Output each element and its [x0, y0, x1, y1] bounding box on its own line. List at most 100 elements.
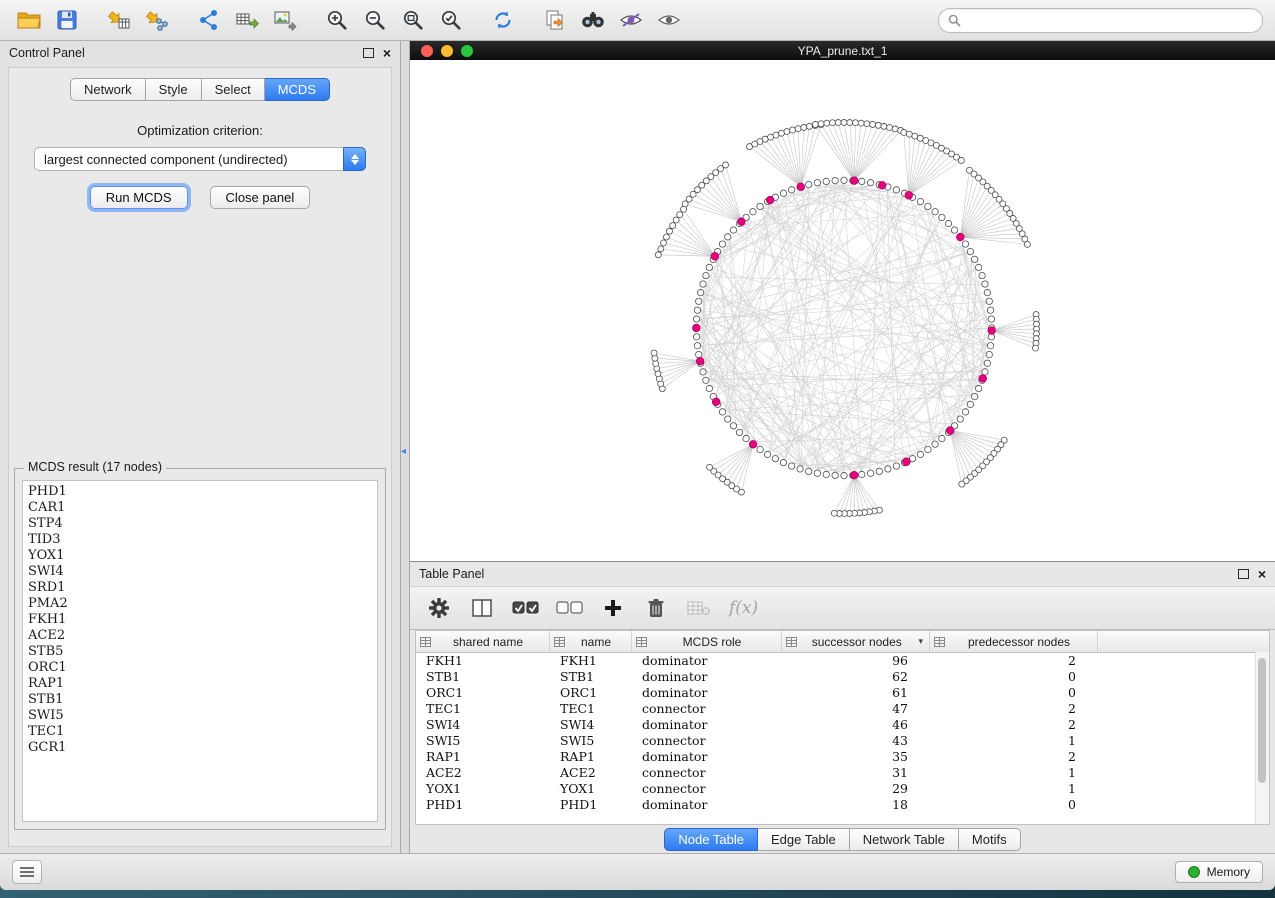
mcds-result-item[interactable]: PHD1 — [28, 484, 372, 500]
cell-mcds-role: dominator — [632, 797, 782, 813]
mcds-result-item[interactable]: STP4 — [28, 516, 372, 532]
duplicate-network-button[interactable] — [538, 5, 572, 35]
window-zoom-icon[interactable] — [461, 45, 473, 57]
column-header-shared-name[interactable]: shared name — [416, 631, 550, 652]
deselect-all-button[interactable] — [556, 594, 583, 622]
function-builder-button[interactable]: f(x) — [729, 594, 758, 622]
close-panel-icon[interactable]: × — [383, 46, 391, 60]
mcds-result-item[interactable]: FKH1 — [28, 612, 372, 628]
scrollbar-thumb[interactable] — [1258, 658, 1266, 783]
table-row[interactable]: ORC1ORC1dominator610 — [416, 685, 1269, 701]
window-minimize-icon[interactable] — [441, 45, 453, 57]
mcds-result-list[interactable]: PHD1CAR1STP4TID3YOX1SWI4SRD1PMA2FKH1ACE2… — [22, 480, 378, 822]
delete-column-button[interactable] — [643, 594, 669, 622]
table-row[interactable]: STB1STB1dominator620 — [416, 669, 1269, 685]
table-row[interactable]: SWI5SWI5connector431 — [416, 733, 1269, 749]
plus-icon — [604, 599, 622, 617]
find-button[interactable] — [576, 5, 610, 35]
table-scrollbar[interactable] — [1255, 652, 1269, 824]
mcds-result-item[interactable]: TID3 — [28, 532, 372, 548]
float-table-panel-icon[interactable] — [1238, 569, 1249, 579]
column-header-predecessor-nodes[interactable]: predecessor nodes — [930, 631, 1098, 652]
mcds-result-item[interactable]: SWI5 — [28, 708, 372, 724]
zoom-fit-button[interactable] — [396, 5, 430, 35]
table-row[interactable]: TEC1TEC1connector472 — [416, 701, 1269, 717]
window-close-icon[interactable] — [421, 45, 433, 57]
network-graph[interactable] — [410, 60, 1275, 561]
close-table-panel-icon[interactable]: × — [1258, 567, 1266, 581]
column-header-successor-nodes[interactable]: successor nodes▾ — [782, 631, 930, 652]
mcds-result-item[interactable]: YOX1 — [28, 548, 372, 564]
column-header-name[interactable]: name — [550, 631, 632, 652]
tab-style[interactable]: Style — [146, 78, 202, 101]
save-session-button[interactable] — [50, 5, 84, 35]
mcds-result-item[interactable]: CAR1 — [28, 500, 372, 516]
table-row[interactable]: ACE2ACE2connector311 — [416, 765, 1269, 781]
mcds-result-item[interactable]: SWI4 — [28, 564, 372, 580]
sort-arrow-icon[interactable]: ▾ — [918, 636, 923, 647]
export-table-button[interactable] — [230, 5, 264, 35]
cell-mcds-role: dominator — [632, 669, 782, 685]
zoom-in-icon — [326, 9, 348, 31]
mcds-result-item[interactable]: PMA2 — [28, 596, 372, 612]
zoom-out-button[interactable] — [358, 5, 392, 35]
tab-network[interactable]: Network — [70, 78, 146, 101]
criterion-dropdown[interactable]: largest connected component (undirected) — [34, 147, 366, 171]
float-panel-icon[interactable] — [363, 48, 374, 58]
zoom-in-button[interactable] — [320, 5, 354, 35]
mcds-result-item[interactable]: TEC1 — [28, 724, 372, 740]
table-row[interactable]: FKH1FKH1dominator962 — [416, 653, 1269, 669]
network-canvas[interactable] — [410, 60, 1275, 561]
add-column-button[interactable] — [600, 594, 626, 622]
mcds-result-item[interactable]: SRD1 — [28, 580, 372, 596]
mcds-result-item[interactable]: ACE2 — [28, 628, 372, 644]
task-history-button[interactable] — [12, 860, 42, 884]
node-table: shared namenameMCDS rolesuccessor nodes▾… — [415, 630, 1270, 825]
search-input[interactable] — [967, 12, 1253, 28]
delete-table-button[interactable] — [686, 594, 712, 622]
mcds-result-item[interactable]: ORC1 — [28, 660, 372, 676]
tab-mcds[interactable]: MCDS — [265, 78, 330, 101]
collapse-arrow-icon[interactable]: ◂ — [401, 447, 406, 457]
run-mcds-button[interactable]: Run MCDS — [90, 186, 188, 209]
zoom-selected-button[interactable] — [434, 5, 468, 35]
table-row[interactable]: YOX1YOX1connector291 — [416, 781, 1269, 797]
export-image-button[interactable] — [268, 5, 302, 35]
import-table-button[interactable] — [102, 5, 136, 35]
cell-successor-nodes: 47 — [782, 701, 930, 717]
table-row[interactable]: PHD1PHD1dominator180 — [416, 797, 1269, 813]
tab-select[interactable]: Select — [202, 78, 265, 101]
cell-mcds-role: dominator — [632, 749, 782, 765]
mcds-result-item[interactable]: GCR1 — [28, 740, 372, 756]
refresh-view-button[interactable] — [486, 5, 520, 35]
mcds-result-item[interactable]: STB5 — [28, 644, 372, 660]
memory-button[interactable]: Memory — [1175, 861, 1263, 883]
table-row[interactable]: SWI4SWI4dominator462 — [416, 717, 1269, 733]
dropdown-stepper-icon[interactable] — [343, 147, 366, 171]
import-network-button[interactable] — [140, 5, 174, 35]
mcds-result-item[interactable]: RAP1 — [28, 676, 372, 692]
column-type-icon — [636, 637, 647, 647]
cell-successor-nodes: 46 — [782, 717, 930, 733]
column-header-mcds-role[interactable]: MCDS role — [632, 631, 782, 652]
tab-motifs[interactable]: Motifs — [959, 828, 1021, 851]
tab-network-table[interactable]: Network Table — [850, 828, 959, 851]
show-column-panel-button[interactable] — [469, 594, 495, 622]
tab-node-table[interactable]: Node Table — [664, 828, 758, 851]
tab-edge-table[interactable]: Edge Table — [758, 828, 850, 851]
mcds-result-item[interactable]: STB1 — [28, 692, 372, 708]
table-settings-button[interactable] — [426, 594, 452, 622]
style-preview-button[interactable] — [614, 5, 648, 35]
panel-splitter[interactable]: ◂ — [401, 41, 410, 853]
table-tabs: Node TableEdge TableNetwork TableMotifs — [410, 825, 1275, 853]
refresh-icon — [492, 9, 514, 31]
close-panel-button[interactable]: Close panel — [210, 186, 311, 209]
show-hide-graphics-button[interactable] — [652, 5, 686, 35]
new-network-button[interactable] — [192, 5, 226, 35]
table-row[interactable]: RAP1RAP1dominator352 — [416, 749, 1269, 765]
control-panel-title: Control Panel — [9, 46, 85, 60]
open-session-button[interactable] — [12, 5, 46, 35]
search-field[interactable] — [938, 8, 1263, 33]
cell-predecessor-nodes: 2 — [930, 701, 1098, 717]
select-all-button[interactable] — [512, 594, 539, 622]
